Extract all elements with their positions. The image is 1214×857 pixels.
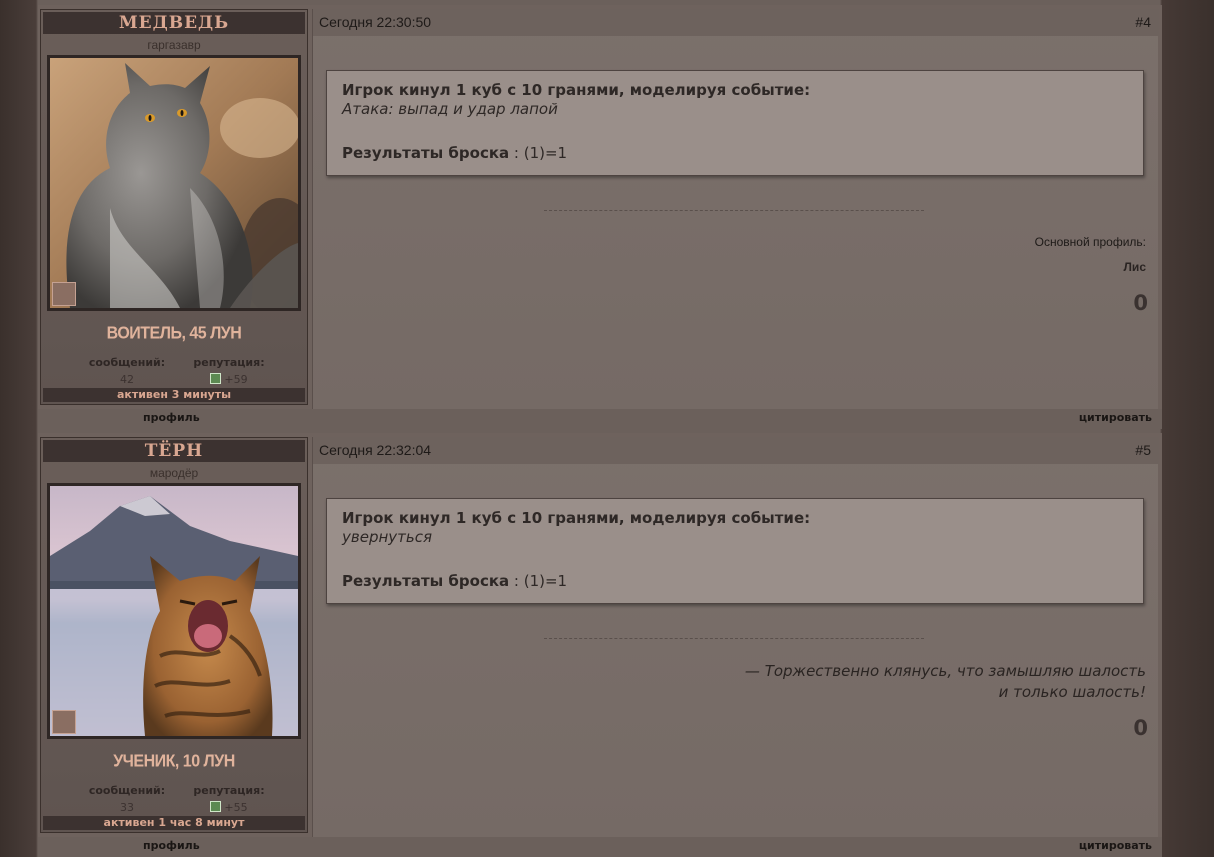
- profile-link[interactable]: профиль: [143, 409, 200, 427]
- reputation-plus-icon[interactable]: [210, 373, 222, 384]
- dice-roll-box: Игрок кинул 1 куб с 10 гранями, моделиру…: [326, 498, 1144, 604]
- dice-roll-heading: Игрок кинул 1 куб с 10 гранями, моделиру…: [342, 509, 811, 527]
- dice-result-value: : (1)=1: [509, 572, 568, 590]
- badge-icon: [52, 282, 76, 306]
- author-title: гаргазавр: [147, 38, 201, 52]
- dice-roll-box: Игрок кинул 1 куб с 10 гранями, моделиру…: [326, 70, 1144, 176]
- avatar-image-gray-cat: [50, 58, 298, 308]
- post-header: Сегодня 22:30:50 #4: [313, 9, 1159, 36]
- author-name[interactable]: МЕДВЕДЬ: [43, 12, 305, 34]
- badge-icon: [52, 710, 76, 734]
- activity-status: активен 3 минуты: [43, 388, 305, 402]
- profile-link[interactable]: профиль: [143, 837, 200, 855]
- signature-label: Основной профиль:: [1034, 235, 1146, 249]
- forum-post: МЕДВЕДЬ гаргазавр ВОИТЕЛЬ, 45 ЛУН сообще…: [38, 5, 1162, 429]
- author-rank: ВОИТЕЛЬ, 45 ЛУН: [106, 324, 242, 343]
- dice-result-label: Результаты броска: [342, 572, 510, 590]
- post-date[interactable]: Сегодня 22:30:50: [319, 9, 431, 36]
- like-counter[interactable]: 0: [1133, 291, 1148, 315]
- message-count-label: сообщений:: [88, 784, 166, 797]
- post-body: Сегодня 22:32:04 #5 Игрок кинул 1 куб с …: [312, 437, 1159, 837]
- post-body: Сегодня 22:30:50 #4 Игрок кинул 1 куб с …: [312, 9, 1159, 409]
- like-counter[interactable]: 0: [1133, 716, 1148, 740]
- post-header: Сегодня 22:32:04 #5: [313, 437, 1159, 464]
- avatar-image-yawning-cat: [50, 486, 298, 736]
- reputation-value: +55: [224, 801, 248, 814]
- reputation: репутация: +55: [189, 784, 269, 814]
- signature-divider: [544, 638, 924, 639]
- signature-quote-line: — Торжественно клянусь, что замышляю шал…: [744, 662, 1146, 680]
- quote-link[interactable]: цитировать: [1079, 409, 1152, 427]
- author-title: мародёр: [149, 466, 199, 480]
- reputation-label: репутация:: [193, 784, 265, 797]
- post-number[interactable]: #4: [1135, 9, 1151, 36]
- dice-result-value: : (1)=1: [509, 144, 568, 162]
- dice-roll-event: Атака: выпад и удар лапой: [342, 100, 558, 118]
- reputation: репутация: +59: [189, 356, 269, 386]
- dice-roll-event: увернуться: [342, 528, 432, 546]
- author-sidebar: МЕДВЕДЬ гаргазавр ВОИТЕЛЬ, 45 ЛУН сообще…: [40, 9, 308, 405]
- dice-result-label: Результаты броска: [342, 144, 510, 162]
- signature-quote: — Торжественно клянусь, что замышляю шал…: [745, 661, 1146, 703]
- activity-status: активен 1 час 8 минут: [43, 816, 305, 830]
- signature-quote-line: и только шалость!: [998, 683, 1146, 701]
- message-count: сообщений: 42: [85, 356, 169, 386]
- reputation-plus-icon[interactable]: [210, 801, 222, 812]
- author-name[interactable]: ТЁРН: [43, 440, 305, 462]
- signature-profile-link[interactable]: Лис: [1124, 260, 1146, 274]
- post-footer: профиль цитировать: [38, 409, 1162, 429]
- avatar: [47, 483, 301, 739]
- post-date[interactable]: Сегодня 22:32:04: [319, 437, 431, 464]
- forum-post: ТЁРН мародёр УЧЕНИК, 10 ЛУН сообщений: 3…: [38, 433, 1162, 857]
- author-stats: сообщений: 42 репутация: +59: [41, 356, 307, 390]
- dice-roll-result: Результаты броска : (1)=1: [342, 572, 567, 590]
- author-sidebar: ТЁРН мародёр УЧЕНИК, 10 ЛУН сообщений: 3…: [40, 437, 308, 833]
- avatar: [47, 55, 301, 311]
- message-count-value: 33: [120, 801, 134, 814]
- message-count-label: сообщений:: [88, 356, 166, 369]
- quote-link[interactable]: цитировать: [1079, 837, 1152, 855]
- author-rank: УЧЕНИК, 10 ЛУН: [113, 752, 235, 771]
- message-count: сообщений: 33: [85, 784, 169, 814]
- dice-roll-result: Результаты броска : (1)=1: [342, 144, 567, 162]
- post-number[interactable]: #5: [1135, 437, 1151, 464]
- author-stats: сообщений: 33 репутация: +55: [41, 784, 307, 818]
- message-count-value: 42: [120, 373, 134, 386]
- reputation-label: репутация:: [193, 356, 265, 369]
- post-footer: профиль цитировать: [38, 837, 1162, 857]
- reputation-value: +59: [224, 373, 248, 386]
- dice-roll-heading: Игрок кинул 1 куб с 10 гранями, моделиру…: [342, 81, 811, 99]
- signature-divider: [544, 210, 924, 211]
